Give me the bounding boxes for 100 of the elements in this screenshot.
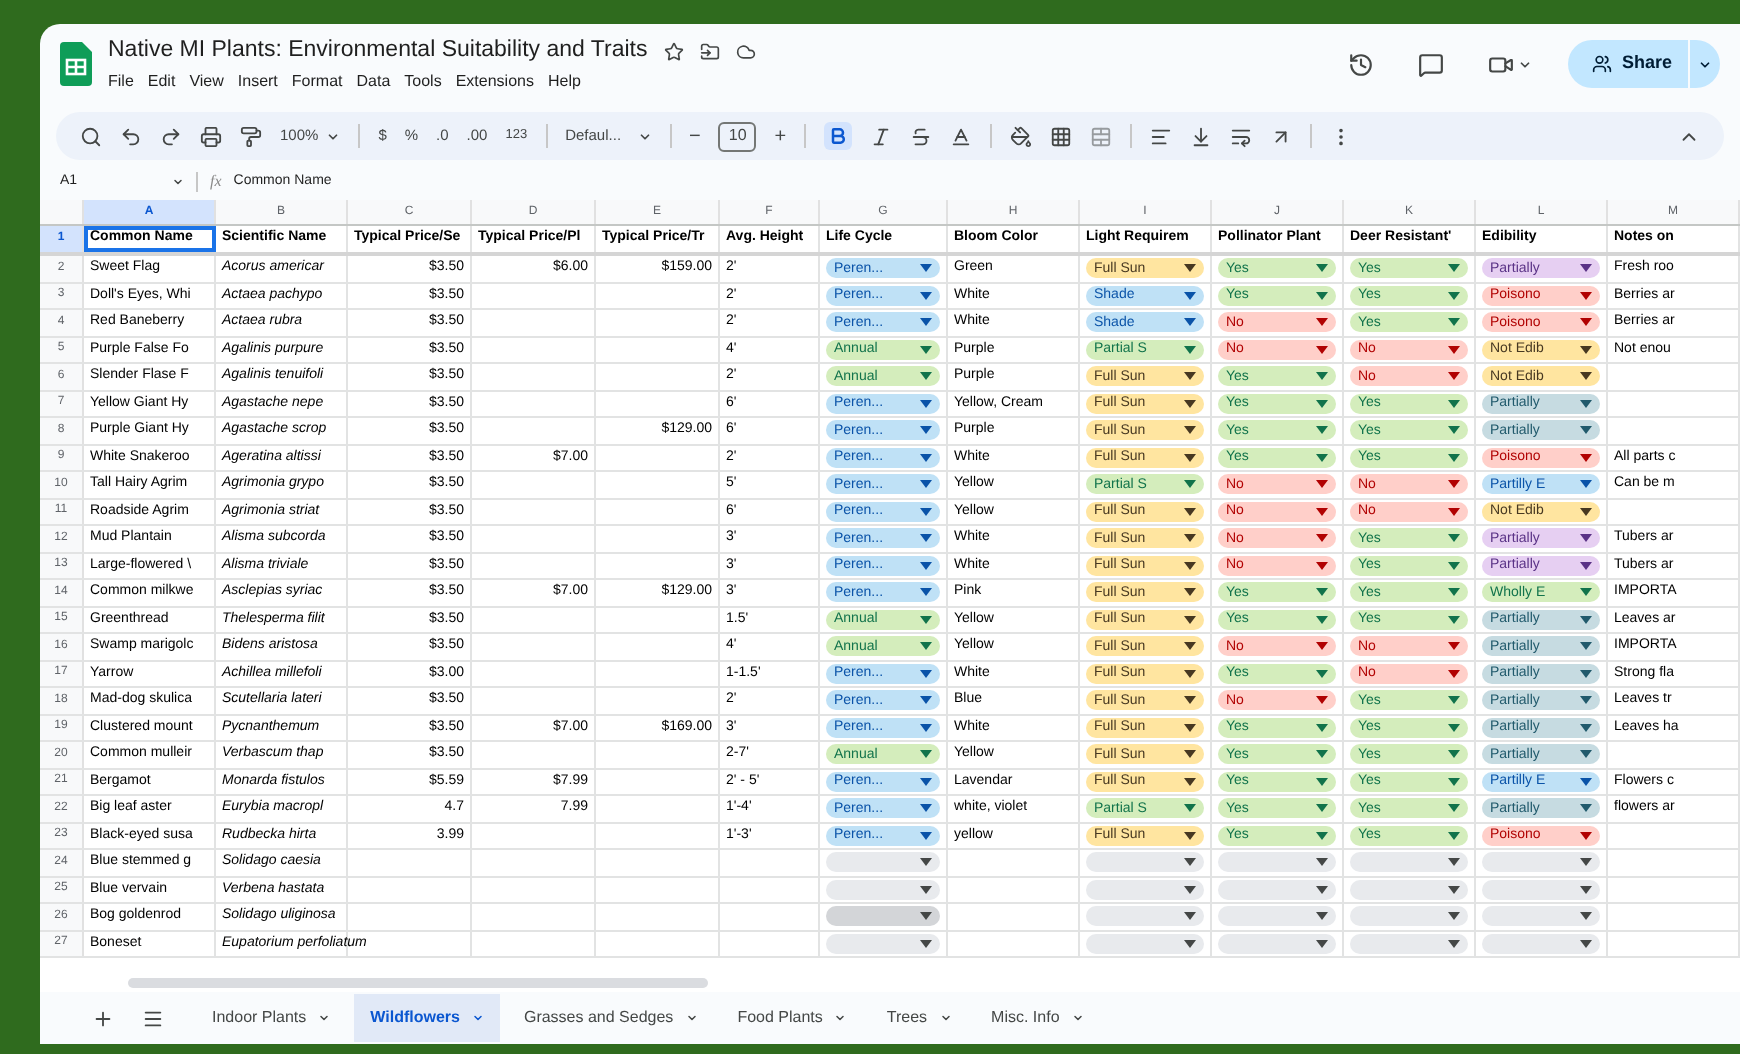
caret-icon <box>1316 345 1328 354</box>
caret-icon <box>834 1012 847 1024</box>
sheet-tab[interactable]: Indoor Plants <box>196 994 347 1042</box>
dropdown-chip[interactable] <box>826 906 940 927</box>
people-icon <box>1591 54 1612 74</box>
caret-icon <box>1448 777 1460 786</box>
caret-icon <box>1316 453 1328 462</box>
folder-icon[interactable] <box>699 41 720 61</box>
wrap-text-icon[interactable] <box>1230 125 1253 147</box>
decrease-font-size-button[interactable]: − <box>689 121 701 151</box>
caret-icon <box>920 615 932 624</box>
undo-icon[interactable] <box>120 125 142 147</box>
caret-icon <box>318 1012 331 1024</box>
menu-item[interactable]: View <box>189 70 224 95</box>
add-sheet-icon[interactable] <box>92 1007 114 1029</box>
caret-icon <box>1184 480 1196 489</box>
caret-icon <box>1316 939 1328 948</box>
caret-icon <box>637 129 652 143</box>
document-title[interactable]: Native MI Plants: Environmental Suitability and Traits <box>108 33 648 69</box>
redo-icon[interactable] <box>160 125 182 147</box>
menu-item[interactable]: Tools <box>404 70 442 95</box>
caret-icon <box>1580 318 1592 327</box>
borders-icon[interactable] <box>1050 125 1073 147</box>
caret-icon <box>1184 453 1196 462</box>
menu-item[interactable]: Format <box>291 70 343 95</box>
text-color-icon[interactable] <box>950 125 973 147</box>
caret-icon <box>1184 642 1196 651</box>
caret-icon <box>1184 804 1196 813</box>
caret-icon <box>1448 291 1460 300</box>
caret-icon <box>1448 750 1460 759</box>
caret-icon <box>920 858 932 867</box>
caret-icon <box>685 1012 698 1024</box>
cloud-icon[interactable] <box>735 41 756 61</box>
search-icon[interactable] <box>80 125 102 147</box>
caret-icon <box>920 750 932 759</box>
star-icon[interactable] <box>663 41 684 61</box>
increase-font-size-button[interactable]: + <box>774 121 787 151</box>
sheet-tab[interactable]: Trees <box>870 994 968 1042</box>
comment-icon[interactable] <box>1417 51 1444 77</box>
caret-icon <box>1184 561 1196 570</box>
arrow-icon[interactable] <box>1270 125 1293 147</box>
caret-icon <box>1580 723 1592 732</box>
function-label: fx <box>210 170 222 194</box>
caret-icon <box>1448 561 1460 570</box>
menu-item[interactable]: Insert <box>237 70 278 95</box>
caret-icon <box>1580 858 1592 867</box>
sheet-tab[interactable]: Misc. Info <box>975 994 1100 1042</box>
menu-item[interactable]: File <box>108 70 134 95</box>
caret-icon <box>1448 939 1460 948</box>
italic-icon[interactable] <box>870 125 893 147</box>
sheet-tab[interactable]: Wildflowers <box>354 994 500 1042</box>
paint-roller-icon[interactable] <box>240 125 262 147</box>
caret-icon <box>1448 588 1460 597</box>
caret-icon <box>1448 642 1460 651</box>
caret-icon <box>1184 615 1196 624</box>
sheet-tab[interactable]: Grasses and Sedges <box>507 994 714 1042</box>
menu-item[interactable]: Extensions <box>455 70 534 95</box>
video-camera-icon <box>1487 51 1514 77</box>
spreadsheet-logo-icon[interactable] <box>60 42 92 86</box>
caret-icon <box>1316 318 1328 327</box>
share-button[interactable]: Share <box>1567 40 1688 88</box>
video-call-button[interactable] <box>1487 51 1532 77</box>
history-icon[interactable] <box>1347 51 1374 77</box>
caret-icon <box>1448 318 1460 327</box>
menu-item[interactable]: Help <box>547 70 581 95</box>
caret-icon <box>1316 831 1328 840</box>
caret-icon <box>1184 345 1196 354</box>
paint-bucket-icon[interactable] <box>1010 125 1033 147</box>
caret-icon <box>471 1012 484 1024</box>
caret-icon <box>920 939 932 948</box>
caret-icon <box>1448 534 1460 543</box>
caret-icon <box>1580 480 1592 489</box>
bold-button[interactable] <box>824 122 853 150</box>
caret-icon <box>1316 264 1328 273</box>
font-size-field[interactable]: 10 <box>718 121 757 151</box>
caret-icon <box>1448 696 1460 705</box>
caret-icon <box>1448 345 1460 354</box>
caret-icon <box>920 912 932 921</box>
arrow-down-to-line-icon[interactable] <box>1190 125 1213 147</box>
printer-icon[interactable] <box>200 125 222 147</box>
menu-item[interactable]: Data <box>356 70 391 95</box>
caret-icon <box>1580 426 1592 435</box>
caret-icon <box>920 561 932 570</box>
caret-icon <box>1580 291 1592 300</box>
caret-icon <box>1448 831 1460 840</box>
sheet-list-icon[interactable] <box>142 1007 164 1029</box>
caret-icon <box>920 885 932 894</box>
horizontal-scrollbar[interactable] <box>128 978 708 988</box>
caret-icon <box>1316 399 1328 408</box>
caret-icon <box>1448 804 1460 813</box>
caret-icon <box>1184 291 1196 300</box>
caret-icon <box>1448 912 1460 921</box>
caret-icon <box>1316 912 1328 921</box>
menu-item[interactable]: Edit <box>147 70 176 95</box>
caret-icon <box>1316 696 1328 705</box>
caret-icon <box>1580 669 1592 678</box>
align-left-icon[interactable] <box>1150 125 1173 147</box>
strikethrough-icon[interactable] <box>910 125 933 147</box>
caret-icon <box>1316 804 1328 813</box>
sheet-tab[interactable]: Food Plants <box>721 994 863 1042</box>
